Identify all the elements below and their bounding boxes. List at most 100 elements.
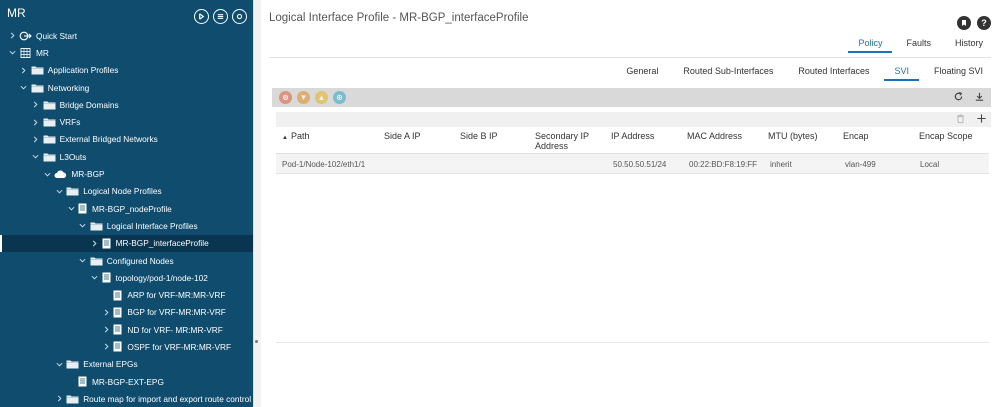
chevron-right-icon[interactable]	[31, 100, 41, 110]
tree-item-application-profiles[interactable]: Application Profiles	[0, 62, 253, 79]
main-panel: Logical Interface Profile - MR-BGP_inter…	[262, 0, 999, 407]
tree-item-ospf-for-vrf-mr-mr-vrf[interactable]: OSPF for VRF-MR:MR-VRF	[0, 338, 253, 355]
caret-spacer	[66, 377, 76, 387]
tree-item-mr-bgp-ext-epg[interactable]: MR-BGP-EXT-EPG	[0, 373, 253, 390]
tree-item-nd-for-vrf-mr-mr-vrf[interactable]: ND for VRF- MR:MR-VRF	[0, 321, 253, 338]
tree-item-bgp-for-vrf-mr-mr-vrf[interactable]: BGP for VRF-MR:MR-VRF	[0, 304, 253, 321]
column-header-label: Secondary IP Address	[535, 131, 589, 151]
table-header: ▲ Path Side A IP Side B IP Secondary IP Addr…	[276, 128, 989, 154]
sort-ascending-icon: ▲	[282, 135, 288, 141]
subtab-routed-sub-interfaces[interactable]: Routed Sub-Interfaces	[683, 66, 773, 81]
panel-splitter[interactable]	[253, 0, 261, 407]
chevron-right-icon[interactable]	[7, 31, 17, 41]
chevron-down-icon[interactable]	[7, 48, 17, 58]
splitter-handle[interactable]	[255, 340, 258, 343]
document-icon	[102, 272, 111, 283]
chevron-down-icon[interactable]	[66, 204, 76, 214]
chevron-right-icon[interactable]	[101, 307, 111, 317]
tree-item-label: External Bridged Networks	[59, 134, 158, 145]
column-header-encap-scope[interactable]: Encap Scope	[919, 131, 999, 141]
chevron-down-icon[interactable]	[31, 152, 41, 162]
minor-fault-icon[interactable]: ▲	[315, 91, 328, 104]
table-row[interactable]: Pod-1/Node-102/eth1/1 50.50.50.51/24 00:22…	[276, 154, 989, 174]
column-header-mac-address[interactable]: MAC Address	[687, 131, 777, 141]
tab-policy[interactable]: Policy	[848, 38, 893, 53]
bookmark-icon[interactable]	[957, 16, 971, 30]
help-icon[interactable]: ?	[977, 16, 991, 30]
list-view-icon[interactable]	[213, 9, 228, 24]
tab-history[interactable]: History	[955, 38, 983, 53]
warning-fault-icon[interactable]: ⊕	[333, 91, 346, 104]
tree-item-label: MR-BGP_nodeProfile	[92, 203, 172, 214]
tab-faults[interactable]: Faults	[906, 38, 931, 53]
download-icon[interactable]	[974, 91, 985, 104]
chevron-down-icon[interactable]	[19, 83, 29, 93]
chevron-right-icon[interactable]	[31, 134, 41, 144]
delete-icon[interactable]	[955, 113, 966, 126]
tree-item-networking[interactable]: Networking	[0, 79, 253, 96]
chevron-right-icon[interactable]	[19, 65, 29, 75]
subtab-svi[interactable]: SVI	[884, 66, 919, 81]
chevron-right-icon[interactable]	[90, 238, 100, 248]
document-icon	[78, 203, 87, 214]
chevron-down-icon[interactable]	[54, 359, 64, 369]
column-header-label: Encap Scope	[919, 131, 973, 141]
tree-item-mr-bgp-interfaceprofile[interactable]: MR-BGP_interfaceProfile	[0, 234, 253, 253]
tree-item-label: Application Profiles	[47, 65, 119, 76]
chevron-right-icon[interactable]	[31, 117, 41, 127]
critical-fault-icon[interactable]: ⊗	[279, 91, 292, 104]
major-fault-icon[interactable]: ▼	[297, 91, 310, 104]
chevron-right-icon[interactable]	[101, 342, 111, 352]
tree-item-logical-interface-profiles[interactable]: Logical Interface Profiles	[0, 217, 253, 234]
tree-item-mr-bgp-nodeprofile[interactable]: MR-BGP_nodeProfile	[0, 200, 253, 217]
recent-icon[interactable]	[194, 9, 209, 24]
tree-item-l3outs[interactable]: L3Outs	[0, 148, 253, 165]
tree-item-label: Bridge Domains	[59, 99, 119, 110]
add-icon[interactable]	[976, 113, 987, 126]
tree-item-configured-nodes[interactable]: Configured Nodes	[0, 252, 253, 269]
tree-item-label: ND for VRF- MR:MR-VRF	[127, 324, 223, 335]
tree-item-mr-bgp[interactable]: MR-BGP	[0, 165, 253, 182]
secondary-tabs: General Routed Sub-Interfaces Routed Inter…	[601, 66, 983, 81]
tree-item-vrfs[interactable]: VRFs	[0, 113, 253, 130]
tree-item-route-map-for-import-and-export-route-control[interactable]: Route map for import and export route co…	[0, 390, 253, 407]
column-header-label: Encap	[843, 131, 869, 141]
tree-item-label: ARP for VRF-MR:MR-VRF	[127, 290, 226, 301]
svi-table: ▲ Path Side A IP Side B IP Secondary IP Addr…	[276, 128, 989, 174]
tree-item-label: OSPF for VRF-MR:MR-VRF	[127, 341, 232, 352]
tree-item-label: MR	[36, 47, 49, 58]
chevron-down-icon[interactable]	[90, 273, 100, 283]
tree-item-label: Route map for import and export route co…	[83, 393, 252, 404]
subtab-routed-interfaces[interactable]: Routed Interfaces	[798, 66, 869, 81]
cloud-icon	[54, 169, 67, 180]
subtab-floating-svi[interactable]: Floating SVI	[934, 66, 983, 81]
column-header-label: Path	[290, 131, 310, 141]
settings-icon[interactable]	[232, 9, 247, 24]
status-filter-icons: ⊗ ▼ ▲ ⊕	[279, 91, 346, 104]
chevron-down-icon[interactable]	[54, 186, 64, 196]
document-icon	[113, 341, 122, 352]
tree-item-topology-pod-1-node-102[interactable]: topology/pod-1/node-102	[0, 269, 253, 286]
tree-item-quick-start[interactable]: Quick Start	[0, 27, 253, 44]
tree-item-arp-for-vrf-mr-mr-vrf[interactable]: ARP for VRF-MR:MR-VRF	[0, 286, 253, 303]
tree-item-bridge-domains[interactable]: Bridge Domains	[0, 96, 253, 113]
column-header-secondary-ip-address[interactable]: Secondary IP Address	[535, 131, 605, 151]
chevron-right-icon[interactable]	[54, 394, 64, 404]
chevron-down-icon[interactable]	[78, 256, 88, 266]
chevron-right-icon[interactable]	[101, 325, 111, 335]
tree-item-label: VRFs	[59, 117, 81, 128]
column-header-path[interactable]: ▲ Path	[282, 131, 372, 143]
folder-icon	[43, 151, 56, 162]
tree-item-mr[interactable]: MR	[0, 44, 253, 61]
navigation-sidebar: MR Quick Start MR Application Profiles Netw…	[0, 0, 253, 407]
tree-item-label: BGP for VRF-MR:MR-VRF	[127, 307, 226, 318]
refresh-icon[interactable]	[953, 91, 964, 104]
tree-item-external-epgs[interactable]: External EPGs	[0, 356, 253, 373]
tree-item-external-bridged-networks[interactable]: External Bridged Networks	[0, 131, 253, 148]
tree-item-logical-node-profiles[interactable]: Logical Node Profiles	[0, 183, 253, 200]
chevron-down-icon[interactable]	[78, 221, 88, 231]
subtab-general[interactable]: General	[626, 66, 658, 81]
tree-item-label: MR-BGP-EXT-EPG	[92, 376, 164, 387]
chevron-down-icon[interactable]	[42, 169, 52, 179]
column-header-label: Side A IP	[384, 131, 421, 141]
